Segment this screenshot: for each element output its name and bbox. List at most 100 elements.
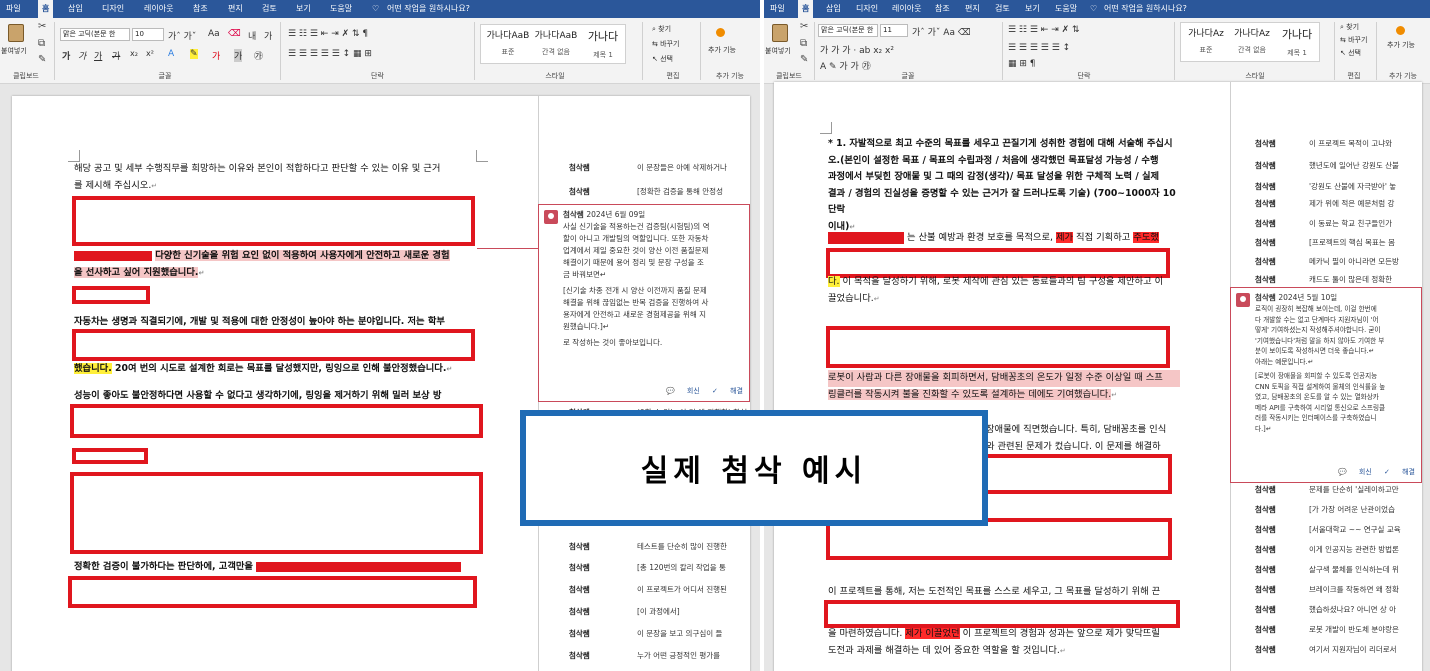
addins-button[interactable]: 추가 기능 (707, 45, 737, 55)
tab-home[interactable]: 홈 (38, 0, 54, 18)
comment-item[interactable]: 첨삭쌤 테스트를 단순히 많이 진행한 (539, 541, 750, 563)
comment-card-active[interactable]: 첨삭쌤 2024년 6월 09일 사실 신기술을 적용하는건 검증팀(시험팀)의… (538, 204, 750, 402)
shading-icon[interactable]: ▦ ⊞ ¶ (1008, 59, 1036, 69)
tell-me-search[interactable]: 어떤 작업을 원하시나요? (1104, 0, 1187, 18)
tab-help[interactable]: 도움말 (1051, 0, 1081, 18)
comment-item[interactable]: 첨삭쌤 여기서 지원자님이 리더로서 (1231, 644, 1422, 666)
styles-gallery[interactable]: 가나다Az 표준 가나다Az 간격 없음 가나다 제목 1 (1180, 22, 1320, 62)
comment-item[interactable]: 첨삭쌤 [가 가장 어려운 난관이었습 (1231, 504, 1422, 526)
clipboard-icon[interactable] (772, 24, 788, 42)
style-heading-1[interactable]: 가나다 제목 1 (581, 28, 625, 60)
text-effects-icon[interactable]: A (168, 49, 174, 59)
replace-button[interactable]: ⇆ 바꾸기 (1340, 35, 1367, 45)
tab-mailings[interactable]: 편지 (961, 0, 984, 18)
resolve-button[interactable]: ✓ 해결 (1384, 468, 1415, 476)
comment-item[interactable]: 첨삭쌤 [서울대학교 ~~ 연구실 교육 (1231, 524, 1422, 546)
clear-format-icon[interactable]: ⌫ (228, 29, 241, 39)
comment-item[interactable]: 첨삭쌤 [총 120번의 칼리 작업을 통 (539, 562, 750, 584)
font-name-box[interactable]: 맑은 고딕(본문 한 (60, 28, 130, 41)
comment-item[interactable]: 첨삭쌤 이 문장을 보고 의구심이 들 (539, 628, 750, 650)
cut-icon[interactable]: ✂ (800, 21, 808, 32)
tab-mailings[interactable]: 편지 (224, 0, 247, 18)
comment-card-active[interactable]: 첨삭쌤 2024년 5월 10일 로직이 굉장히 복잡해 보이는데, 이걸 한번… (1230, 287, 1422, 483)
style-normal[interactable]: 가나다AaB 표준 (485, 28, 531, 57)
style-no-spacing[interactable]: 가나다AaB 간격 없음 (533, 28, 579, 57)
tab-help[interactable]: 도움말 (326, 0, 356, 18)
tab-design[interactable]: 디자인 (98, 0, 128, 18)
superscript-icon[interactable]: x² (146, 49, 154, 58)
tab-references[interactable]: 참조 (189, 0, 212, 18)
tab-review[interactable]: 검토 (258, 0, 281, 18)
strike-button[interactable]: 가 (112, 49, 120, 62)
tab-insert[interactable]: 삽입 (64, 0, 87, 18)
styles-gallery[interactable]: 가나다AaB 표준 가나다AaB 간격 없음 가나다 제목 1 (480, 24, 626, 64)
bullets-icon[interactable]: ☰ ☷ ☰ ⇤ ⇥ ✗ ⇅ (1008, 25, 1080, 35)
paste-button[interactable]: 붙여넣기 (765, 46, 791, 56)
enclose-char-icon[interactable]: ㉮ (254, 49, 263, 62)
addins-button[interactable]: 추가 기능 (1384, 40, 1418, 50)
align-icon[interactable]: ☰ ☰ ☰ ☰ ☰ ↕ ▦ ⊞ (288, 49, 372, 59)
tab-design[interactable]: 디자인 (852, 0, 882, 18)
select-button[interactable]: ↖ 선택 (652, 54, 673, 64)
find-button[interactable]: ⌕ 찾기 (1340, 22, 1359, 32)
comment-item[interactable]: 첨삭쌤 이 문장들은 아예 삭제하거나 (539, 162, 750, 184)
tab-file[interactable]: 파일 (766, 0, 789, 18)
change-case-button[interactable]: Aa (208, 29, 220, 39)
comment-item[interactable]: 첨삭쌤 살구색 물체를 인식하는데 위 (1231, 564, 1422, 586)
italic-button[interactable]: 가 (78, 49, 86, 62)
clipboard-icon[interactable] (8, 24, 24, 42)
find-button[interactable]: ⌕ 찾기 (652, 24, 671, 34)
font-color-icon[interactable]: 가 (212, 49, 220, 62)
subscript-icon[interactable]: x₂ (130, 49, 138, 58)
comment-item[interactable]: 첨삭쌤 이게 인공지능 관련한 방법론 (1231, 544, 1422, 566)
style-no-spacing[interactable]: 가나다Az 간격 없음 (1230, 26, 1274, 55)
tab-review[interactable]: 검토 (991, 0, 1014, 18)
copy-icon[interactable]: ⧉ (800, 38, 807, 49)
bold-button[interactable]: 가 (62, 49, 70, 62)
comment-item[interactable]: 첨삭쌤 브레이크를 작동하면 왜 정확 (1231, 584, 1422, 606)
copy-icon[interactable]: ⧉ (38, 38, 45, 49)
tab-insert[interactable]: 삽입 (822, 0, 845, 18)
reply-button[interactable]: 💬 회신 (1338, 468, 1372, 476)
font-format-buttons[interactable]: 가 가 가 · ab x₂ x² (820, 43, 894, 56)
comment-item[interactable]: 첨삭쌤 문제를 단순히 '실레이하고만 (1231, 484, 1422, 506)
char-shading-icon[interactable]: 가 (234, 49, 243, 62)
tab-file[interactable]: 파일 (2, 0, 25, 18)
replace-button[interactable]: ⇆ 바꾸기 (652, 39, 679, 49)
phonetic-guide-icon[interactable]: 내 (248, 29, 256, 42)
comment-item[interactable]: 첨삭쌤 로봇 개발이 반도체 분야랑은 (1231, 624, 1422, 646)
align-icon[interactable]: ☰ ☰ ☰ ☰ ☰ ↕ (1008, 43, 1070, 53)
font-size-box[interactable]: 10 (132, 28, 164, 41)
bullets-icon[interactable]: ☰ ☷ ☰ ⇤ ⇥ ✗ ⇅ ¶ (288, 29, 368, 39)
format-painter-icon[interactable]: ✎ (38, 54, 46, 65)
paste-button[interactable]: 붙여넣기 (1, 46, 27, 56)
comment-item[interactable]: 첨삭쌤 누가 어떤 긍정적인 평가를 (539, 650, 750, 671)
underline-button[interactable]: 가 (94, 49, 102, 62)
tab-layout[interactable]: 레이아웃 (140, 0, 177, 18)
cut-icon[interactable]: ✂ (38, 21, 46, 32)
font-size-box[interactable]: 11 (880, 24, 908, 37)
comment-item[interactable]: 첨삭쌤 했년도에 일어난 강원도 산불 (1231, 160, 1422, 182)
font-name-box[interactable]: 맑은 고딕(본문 한 (818, 24, 878, 37)
highlight-icon[interactable]: ✎ (190, 49, 198, 59)
tab-view[interactable]: 보기 (1021, 0, 1044, 18)
comment-item[interactable]: 첨삭쌤 이 프로젝트가 어디서 진행된 (539, 584, 750, 606)
format-painter-icon[interactable]: ✎ (800, 54, 808, 65)
grow-font-button[interactable]: 가ˆ 가ˇ (168, 29, 196, 42)
tell-me-search[interactable]: 어떤 작업을 원하시나요? (387, 0, 470, 18)
tab-layout[interactable]: 레이아웃 (888, 0, 925, 18)
comment-item[interactable]: 첨삭쌤 제가 위에 적은 예문처럼 강 (1231, 198, 1422, 220)
select-button[interactable]: ↖ 선택 (1340, 48, 1361, 58)
tab-references[interactable]: 참조 (931, 0, 954, 18)
grow-font-button[interactable]: 가ˆ 가ˇ Aa ⌫ (912, 25, 971, 38)
char-border-icon[interactable]: 가 (264, 29, 272, 42)
tab-home[interactable]: 홈 (798, 0, 814, 18)
comment-item[interactable]: 첨삭쌤 했습하셨나요? 아니면 상 아 (1231, 604, 1422, 626)
reply-button[interactable]: 💬 회신 (666, 387, 700, 395)
comment-item[interactable]: 첨삭쌤 이 프로젝트 목적이 고냐와 (1231, 138, 1422, 160)
style-heading-1[interactable]: 가나다 제목 1 (1276, 26, 1318, 58)
style-normal[interactable]: 가나다Az 표준 (1184, 26, 1228, 55)
resolve-button[interactable]: ✓ 해결 (712, 387, 743, 395)
comment-item[interactable]: 첨삭쌤 [이 과정에서] (539, 606, 750, 628)
tab-view[interactable]: 보기 (292, 0, 315, 18)
